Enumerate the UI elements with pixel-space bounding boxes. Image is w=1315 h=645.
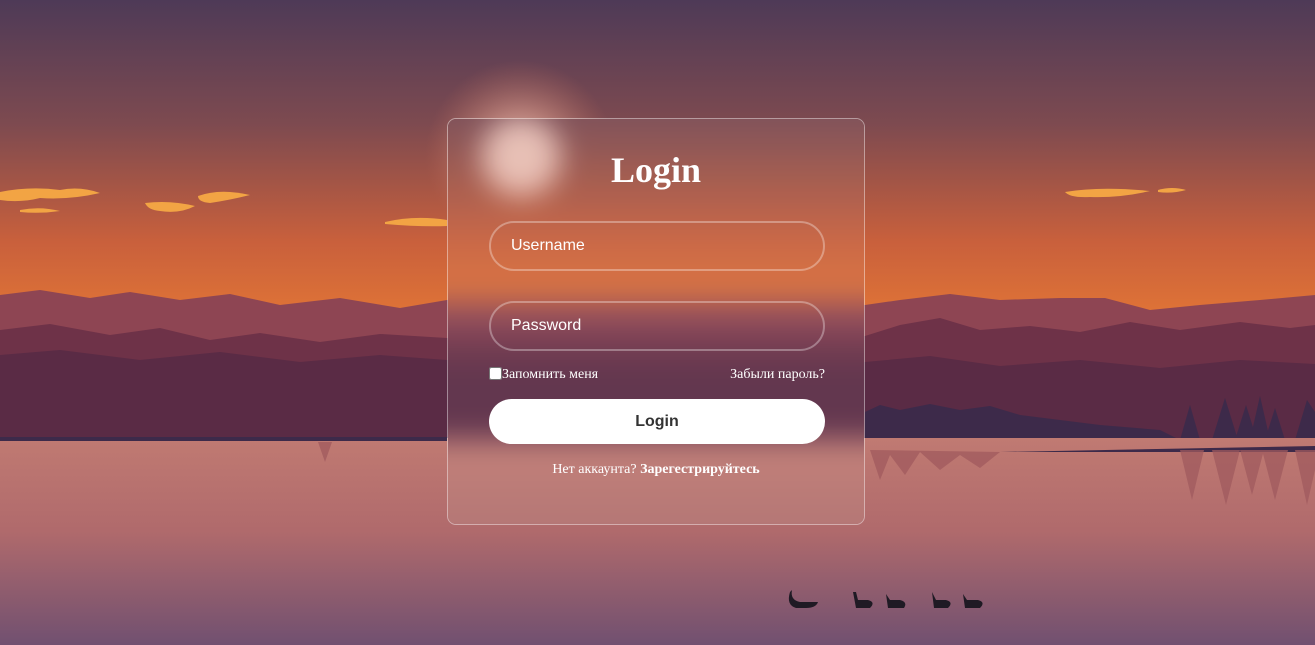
username-input[interactable]: [489, 221, 825, 271]
no-account-text: Нет аккаунта?: [552, 462, 637, 477]
remember-me-label: Запомнить меня: [502, 367, 599, 382]
login-options-row: Запомнить меня Забыли пароль?: [489, 365, 825, 385]
login-title: Login: [610, 150, 702, 190]
remember-me[interactable]: Запомнить меня: [489, 366, 599, 383]
forgot-password-link[interactable]: Забыли пароль?: [730, 367, 825, 383]
login-panel: Login Запомнить меня Забыли пароль? Logi…: [447, 118, 865, 525]
remember-me-checkbox[interactable]: [489, 366, 502, 380]
login-button[interactable]: Login: [489, 399, 825, 444]
password-input[interactable]: [489, 301, 825, 351]
register-prompt: Нет аккаунта? Зарегестрируйтесь: [448, 462, 864, 478]
register-link[interactable]: Зарегестрируйтесь: [640, 462, 760, 477]
